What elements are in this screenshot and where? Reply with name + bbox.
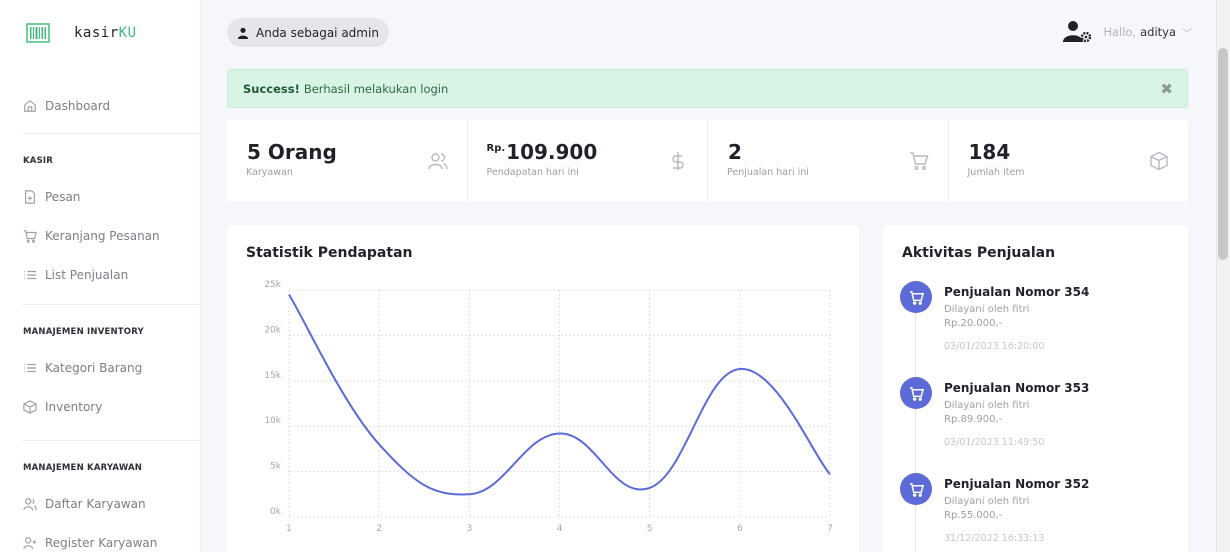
users-icon: [23, 497, 37, 510]
file-plus-icon: [25, 189, 35, 204]
alert-strong: Success!: [243, 81, 300, 96]
y-tick-label: 20k: [264, 325, 281, 335]
users-icon: [427, 153, 448, 170]
y-tick-label: 15k: [264, 371, 281, 381]
stat-card-penjualan: 2 Penjualan hari ini: [708, 120, 949, 202]
activity-item-time: 03/01/2023 11:49:50: [944, 437, 1045, 448]
cart-badge: [900, 377, 932, 409]
box-icon: [1150, 151, 1168, 171]
x-tick-label: 6: [737, 524, 743, 534]
stat-card-pendapatan: Rp.109.900 Pendapatan hari ini: [468, 120, 708, 202]
activity-item-served: Dilayani oleh fitri: [944, 400, 1030, 411]
cart-icon: [909, 482, 924, 497]
y-tick-label: 10k: [264, 416, 281, 426]
close-icon[interactable]: ✖: [1160, 80, 1173, 98]
sidebar-item-kategori[interactable]: Kategori Barang: [0, 348, 200, 387]
box-icon: [23, 399, 37, 414]
x-tick-label: 5: [647, 524, 653, 534]
sidebar-item-label: Kategori Barang: [45, 360, 143, 375]
section-title-kasir: KASIR: [23, 156, 53, 166]
y-tick-label: 0k: [270, 507, 282, 517]
activity-title: Aktivitas Penjualan: [902, 245, 1056, 261]
activity-item-amount: Rp.55.000,-: [944, 510, 1003, 521]
user-plus-icon: [23, 536, 37, 549]
activity-item[interactable]: Penjualan Nomor 353 Dilayani oleh fitri …: [900, 377, 1180, 448]
sidebar-item-label: List Penjualan: [45, 267, 129, 282]
alert-message: Berhasil melakukan login: [303, 81, 449, 96]
username: aditya: [1140, 25, 1176, 39]
activity-item-amount: Rp.89.900,-: [944, 414, 1003, 425]
stats-row: 5 Orang Karyawan Rp.109.900 Pendapatan h…: [227, 120, 1188, 202]
list-icon: [24, 270, 37, 279]
sidebar-item-label: Pesan: [45, 189, 81, 204]
brand-name: kasirKU: [74, 25, 137, 41]
cart-icon: [23, 229, 37, 243]
chevron-down-icon: ﹀: [1182, 28, 1192, 40]
activity-item-served: Dilayani oleh fitri: [944, 496, 1030, 507]
sidebar-item-register-karyawan[interactable]: Register Karyawan: [0, 523, 200, 552]
x-tick-label: 1: [286, 524, 292, 534]
scrollbar[interactable]: [1216, 0, 1230, 552]
activity-card: Aktivitas Penjualan Penjualan Nomor 354 …: [883, 226, 1188, 552]
stat-card-item: 184 Jumlah item: [949, 120, 1189, 202]
y-tick-label: 5k: [270, 462, 282, 472]
sidebar-item-pesan[interactable]: Pesan: [0, 177, 200, 216]
stat-card-karyawan: 5 Orang Karyawan: [227, 120, 468, 202]
role-label: Anda sebagai admin: [256, 25, 379, 40]
y-tick-label: 25k: [264, 280, 281, 290]
activity-item-title: Penjualan Nomor 352: [944, 477, 1090, 491]
user-cog-icon: [1063, 21, 1092, 43]
revenue-chart-card: Statistik Pendapatan 0k 5k 10k 15k 20k 25k 1 2 3…: [227, 226, 859, 552]
home-icon: [24, 99, 36, 112]
list-icon: [24, 363, 37, 372]
brand[interactable]: kasirKU: [0, 0, 200, 66]
revenue-line-chart: 0k 5k 10k 15k 20k 25k 1 2 3 4 5 6 7: [264, 280, 833, 534]
cart-badge: [900, 473, 932, 505]
sidebar-item-label: Keranjang Pesanan: [45, 228, 160, 243]
activity-item-amount: Rp.20.000,-: [944, 318, 1003, 329]
sidebar-item-dashboard[interactable]: Dashboard: [0, 86, 200, 125]
cart-icon: [909, 152, 928, 170]
sidebar-item-daftar-karyawan[interactable]: Daftar Karyawan: [0, 484, 200, 523]
cart-badge: [900, 281, 932, 313]
sidebar-item-label: Daftar Karyawan: [45, 496, 146, 511]
activity-item-time: 31/12/2022 16:33:13: [944, 533, 1045, 544]
activity-item-time: 03/01/2023 16:20:00: [944, 341, 1045, 352]
topbar: Anda sebagai admin Hallo, aditya ﹀: [201, 0, 1216, 64]
sidebar-item-label: Dashboard: [45, 98, 111, 113]
sidebar-item-inventory[interactable]: Inventory: [0, 387, 200, 426]
role-badge[interactable]: Anda sebagai admin: [227, 18, 389, 47]
x-tick-label: 3: [466, 524, 472, 534]
section-title-inventory: MANAJEMEN INVENTORY: [23, 327, 144, 337]
activity-item-title: Penjualan Nomor 354: [944, 285, 1090, 299]
cart-icon: [909, 386, 924, 401]
sidebar-item-label: Inventory: [45, 399, 103, 414]
sidebar-item-list-penjualan[interactable]: List Penjualan: [0, 255, 200, 294]
x-tick-label: 2: [376, 524, 382, 534]
greeting: Hallo,: [1103, 25, 1137, 39]
success-alert: Success! Berhasil melakukan login ✖: [227, 69, 1188, 108]
sidebar-item-label: Register Karyawan: [45, 535, 158, 550]
dollar-icon: [672, 152, 684, 170]
section-title-karyawan: MANAJEMEN KARYAWAN: [23, 463, 143, 473]
user-icon: [237, 27, 249, 39]
activity-item-title: Penjualan Nomor 353: [944, 381, 1090, 395]
barcode-logo-icon: [26, 23, 50, 43]
activity-item[interactable]: Penjualan Nomor 354 Dilayani oleh fitri …: [900, 281, 1180, 352]
sidebar: kasirKU Dashboard KASIR Pesan Keranjang …: [0, 0, 201, 552]
activity-item[interactable]: Penjualan Nomor 352 Dilayani oleh fitri …: [900, 473, 1180, 544]
x-tick-label: 4: [557, 524, 563, 534]
scrollbar-thumb[interactable]: [1218, 48, 1228, 260]
activity-item-served: Dilayani oleh fitri: [944, 304, 1030, 315]
user-menu[interactable]: Hallo, aditya ﹀: [1063, 20, 1192, 44]
x-tick-label: 7: [827, 524, 833, 534]
sidebar-item-keranjang[interactable]: Keranjang Pesanan: [0, 216, 200, 255]
cart-icon: [909, 290, 924, 305]
